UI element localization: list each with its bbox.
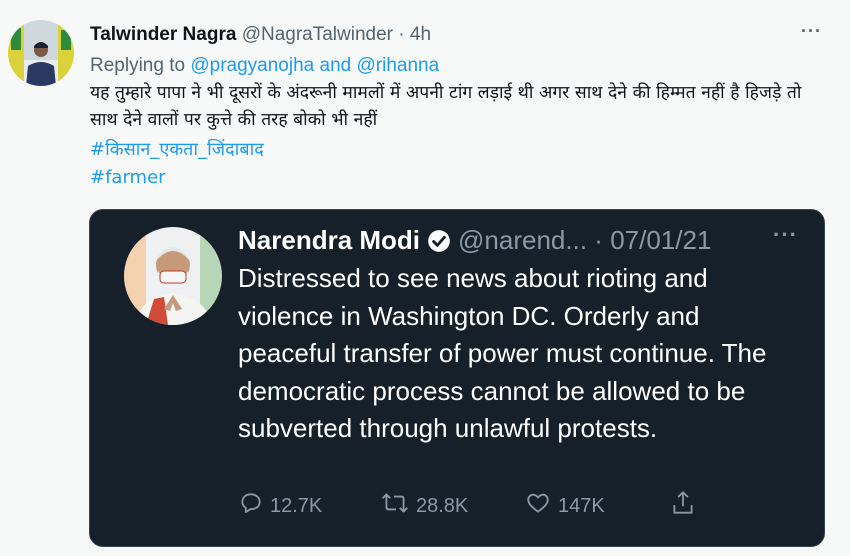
quoted-header: Narendra Modi @narend... · 07/01/21 (238, 222, 798, 258)
retweet-button[interactable]: 28.8K (380, 490, 468, 522)
reply-icon (238, 490, 270, 522)
more-options-button[interactable]: ··· (801, 22, 822, 40)
retweet-icon (380, 490, 416, 522)
tweet-header: Talwinder Nagra @NagraTalwinder · 4h (90, 22, 830, 48)
reply-count: 12.7K (270, 494, 323, 517)
quoted-author-handle[interactable]: @narend... (458, 225, 587, 255)
tweet-text: यह तुम्हारे पापा ने भी दूसरों के अंदरूनी… (90, 83, 802, 130)
quoted-tweet[interactable]: Narendra Modi @narend... · 07/01/21 ··· D… (89, 209, 825, 547)
separator-dot: · (398, 24, 405, 45)
reply-joiner[interactable]: and (320, 55, 352, 76)
author-avatar[interactable] (8, 20, 74, 86)
tweet[interactable]: Talwinder Nagra @NagraTalwinder · 4h ···… (0, 0, 850, 556)
hashtag-kisan-ekta[interactable]: #किसान_एकता_जिंदाबाद (90, 137, 264, 163)
share-button[interactable] (670, 490, 702, 522)
author-handle[interactable]: @NagraTalwinder (242, 24, 393, 45)
quoted-more-options-button[interactable]: ··· (773, 224, 798, 246)
author-name[interactable]: Talwinder Nagra (90, 24, 236, 45)
replying-to: Replying to @pragyanojha and @rihanna (90, 54, 439, 78)
heart-icon (524, 490, 558, 522)
quoted-author-avatar[interactable] (124, 227, 222, 325)
retweet-count: 28.8K (416, 494, 469, 517)
replying-prefix: Replying to (90, 55, 186, 76)
like-button[interactable]: 147K (524, 490, 605, 522)
like-count: 147K (558, 494, 605, 517)
reply-button[interactable]: 12.7K (238, 490, 322, 522)
share-icon (670, 489, 702, 523)
hashtag-farmer[interactable]: #farmer (90, 165, 166, 191)
quoted-date[interactable]: 07/01/21 (610, 225, 711, 255)
tweet-time[interactable]: 4h (410, 24, 431, 45)
verified-badge-icon (426, 227, 452, 253)
quoted-separator-dot: · (594, 225, 603, 255)
reply-mention-pragyanojha[interactable]: @pragyanojha (190, 55, 314, 76)
quoted-text: Distressed to see news about rioting and… (238, 263, 767, 443)
quoted-action-bar: 12.7K 28.8K 147K (238, 490, 818, 522)
quoted-author-name[interactable]: Narendra Modi (238, 225, 420, 255)
reply-mention-rihanna[interactable]: @rihanna (356, 55, 439, 76)
